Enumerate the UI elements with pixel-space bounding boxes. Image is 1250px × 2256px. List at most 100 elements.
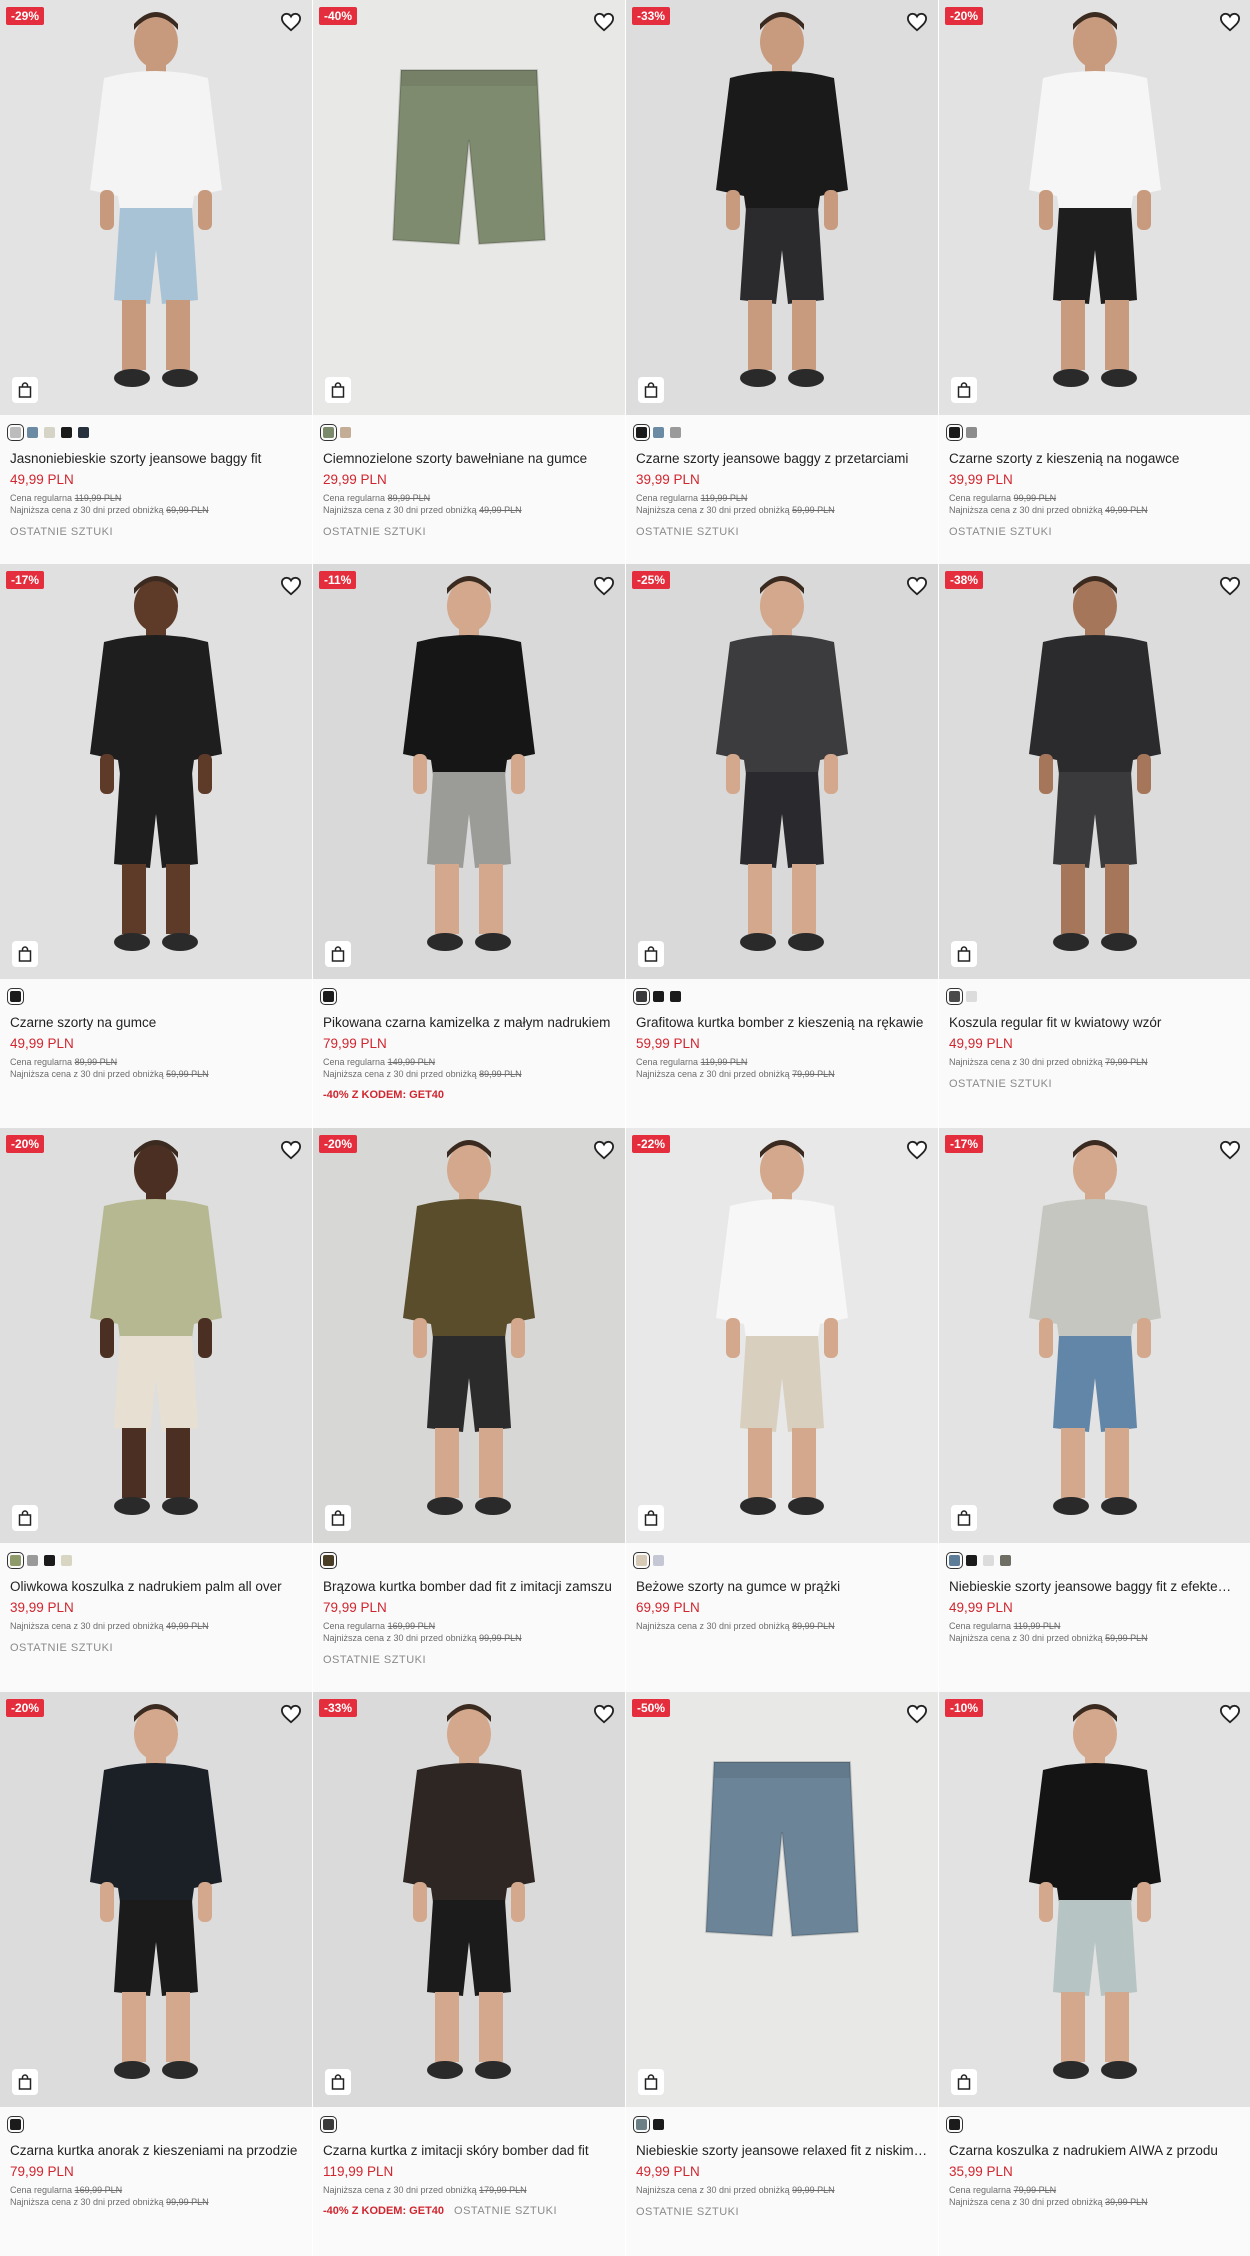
color-swatch[interactable] [7,2115,24,2133]
product-name[interactable]: Koszula regular fit w kwiatowy wzór [949,1014,1241,1031]
product-name[interactable]: Czarne szorty z kieszenią na nogawce [949,450,1241,467]
product-name[interactable]: Jasnoniebieskie szorty jeansowe baggy fi… [10,450,302,467]
color-swatch[interactable] [61,426,72,438]
product-image[interactable]: -20% [0,1692,312,2107]
product-name[interactable]: Pikowana czarna kamizelka z małym nadruk… [323,1014,615,1031]
color-swatch[interactable] [946,987,963,1005]
color-swatch[interactable] [653,426,664,438]
color-swatch[interactable] [78,426,89,438]
color-swatch[interactable] [27,426,38,438]
product-card[interactable]: -29% Jasnoniebieskie szorty jeansowe bagg… [0,0,312,564]
shopping-bag-icon[interactable] [638,377,664,403]
heart-icon[interactable] [1219,576,1241,596]
shopping-bag-icon[interactable] [325,941,351,967]
shopping-bag-icon[interactable] [638,2069,664,2095]
product-name[interactable]: Czarne szorty jeansowe baggy z przetarci… [636,450,928,467]
product-card[interactable]: -22% Beżowe szorty na gumce w prążki 69,99… [626,1128,938,1692]
color-swatch[interactable] [27,1554,38,1566]
color-swatch[interactable] [340,426,351,438]
color-swatch[interactable] [966,426,977,438]
product-name[interactable]: Czarne szorty na gumce [10,1014,302,1031]
color-swatch[interactable] [7,1551,24,1569]
product-image[interactable]: -33% [313,1692,625,2107]
color-swatch[interactable] [966,990,977,1002]
color-swatch[interactable] [946,2115,963,2133]
color-swatch[interactable] [653,990,664,1002]
product-image[interactable]: -22% [626,1128,938,1543]
color-swatch[interactable] [320,1551,337,1569]
heart-icon[interactable] [280,1704,302,1724]
product-image[interactable]: -17% [0,564,312,979]
heart-icon[interactable] [280,1140,302,1160]
color-swatch[interactable] [670,990,681,1002]
heart-icon[interactable] [593,1704,615,1724]
product-card[interactable]: -40% Ciemnozielone szorty bawełniane na g… [313,0,625,564]
heart-icon[interactable] [280,12,302,32]
color-swatch[interactable] [44,1554,55,1566]
color-swatch[interactable] [670,426,681,438]
product-image[interactable]: -10% [939,1692,1250,2107]
product-card[interactable]: -25% Grafitowa kurtka bomber z kieszenią … [626,564,938,1128]
product-card[interactable]: -20% Oliwkowa koszulka z nadrukiem palm a… [0,1128,312,1692]
heart-icon[interactable] [906,12,928,32]
product-name[interactable]: Ciemnozielone szorty bawełniane na gumce [323,450,615,467]
product-card[interactable]: -38% Koszula regular fit w kwiatowy wzór 4… [939,564,1250,1128]
color-swatch[interactable] [61,1554,72,1566]
product-card[interactable]: -17% Niebieskie szorty jeansowe baggy fit… [939,1128,1250,1692]
color-swatch[interactable] [1000,1554,1011,1566]
shopping-bag-icon[interactable] [951,2069,977,2095]
product-name[interactable]: Niebieskie szorty jeansowe relaxed fit z… [636,2142,928,2159]
shopping-bag-icon[interactable] [325,377,351,403]
product-name[interactable]: Niebieskie szorty jeansowe baggy fit z e… [949,1578,1241,1595]
product-image[interactable]: -20% [939,0,1250,415]
heart-icon[interactable] [906,1140,928,1160]
shopping-bag-icon[interactable] [12,941,38,967]
product-image[interactable]: -50% [626,1692,938,2107]
product-name[interactable]: Czarna koszulka z nadrukiem AIWA z przod… [949,2142,1241,2159]
product-card[interactable]: -20% Czarna kurtka anorak z kieszeniami n… [0,1692,312,2256]
shopping-bag-icon[interactable] [638,941,664,967]
shopping-bag-icon[interactable] [951,1505,977,1531]
shopping-bag-icon[interactable] [325,1505,351,1531]
product-name[interactable]: Oliwkowa koszulka z nadrukiem palm all o… [10,1578,302,1595]
shopping-bag-icon[interactable] [325,2069,351,2095]
heart-icon[interactable] [1219,1140,1241,1160]
color-swatch[interactable] [633,2115,650,2133]
color-swatch[interactable] [44,426,55,438]
product-card[interactable]: -20% Brązowa kurtka bomber dad fit z imit… [313,1128,625,1692]
shopping-bag-icon[interactable] [12,377,38,403]
product-card[interactable]: -33% Czarne szorty jeansowe baggy z przet… [626,0,938,564]
color-swatch[interactable] [983,1554,994,1566]
product-card[interactable]: -50% Niebieskie szorty jeansowe relaxed f… [626,1692,938,2256]
product-card[interactable]: -33% Czarna kurtka z imitacji skóry bombe… [313,1692,625,2256]
product-name[interactable]: Brązowa kurtka bomber dad fit z imitacji… [323,1578,615,1595]
color-swatch[interactable] [653,2118,664,2130]
product-image[interactable]: -33% [626,0,938,415]
product-image[interactable]: -38% [939,564,1250,979]
product-card[interactable]: -10% Czarna koszulka z nadrukiem AIWA z p… [939,1692,1250,2256]
product-image[interactable]: -25% [626,564,938,979]
product-name[interactable]: Czarna kurtka z imitacji skóry bomber da… [323,2142,615,2159]
color-swatch[interactable] [633,1551,650,1569]
heart-icon[interactable] [593,576,615,596]
heart-icon[interactable] [593,12,615,32]
heart-icon[interactable] [1219,12,1241,32]
heart-icon[interactable] [906,576,928,596]
heart-icon[interactable] [280,576,302,596]
product-image[interactable]: -17% [939,1128,1250,1543]
product-card[interactable]: -20% Czarne szorty z kieszenią na nogawce… [939,0,1250,564]
color-swatch[interactable] [633,423,650,441]
color-swatch[interactable] [946,423,963,441]
product-card[interactable]: -17% Czarne szorty na gumce 49,99 PLN Cena … [0,564,312,1128]
product-image[interactable]: -11% [313,564,625,979]
heart-icon[interactable] [906,1704,928,1724]
product-image[interactable]: -40% [313,0,625,415]
product-card[interactable]: -11% Pikowana czarna kamizelka z małym na… [313,564,625,1128]
color-swatch[interactable] [320,423,337,441]
shopping-bag-icon[interactable] [638,1505,664,1531]
product-image[interactable]: -20% [313,1128,625,1543]
heart-icon[interactable] [1219,1704,1241,1724]
color-swatch[interactable] [320,987,337,1005]
color-swatch[interactable] [653,1554,664,1566]
shopping-bag-icon[interactable] [12,1505,38,1531]
